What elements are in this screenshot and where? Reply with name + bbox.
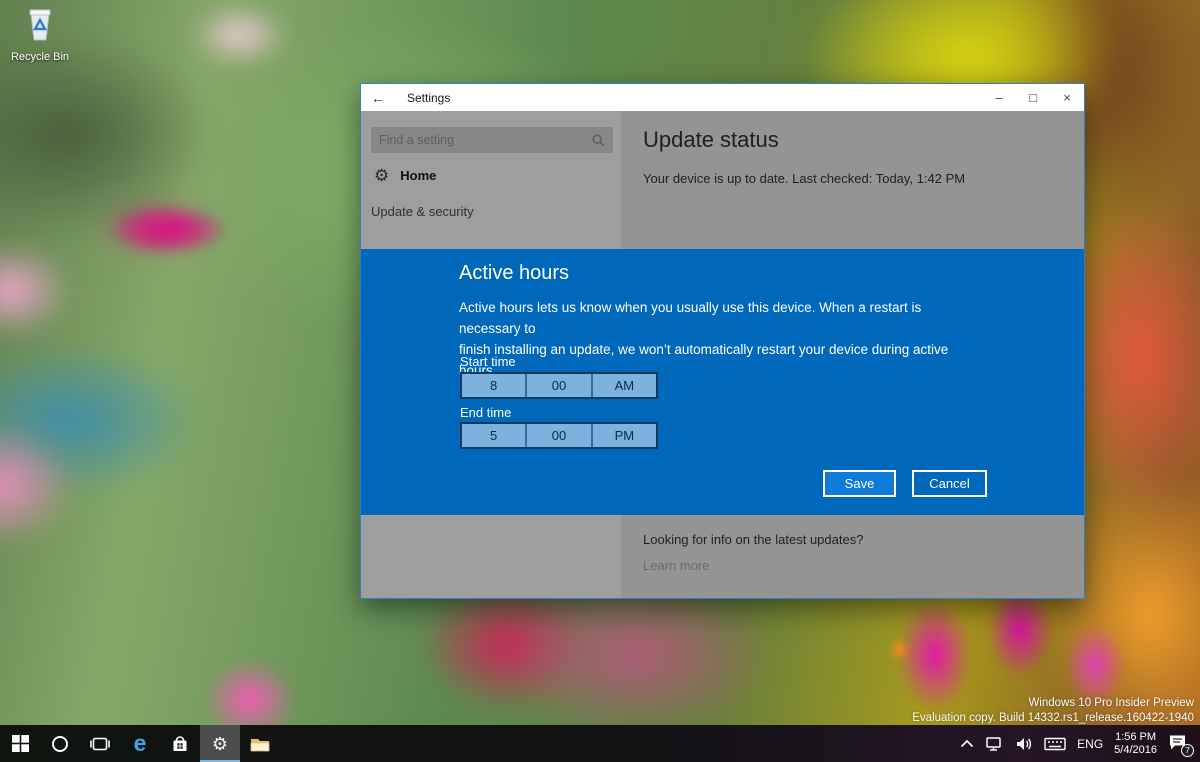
window-controls: – □ × — [982, 84, 1084, 111]
volume-icon[interactable] — [1015, 736, 1033, 752]
sidebar-section-label: Update & security — [371, 204, 474, 219]
desktop: Recycle Bin Windows 10 Pro Insider Previ… — [0, 0, 1200, 762]
end-minute-field[interactable]: 00 — [525, 424, 590, 447]
tray-chevron-up-icon[interactable] — [960, 739, 974, 748]
settings-gear-icon: ⚙ — [211, 733, 229, 754]
task-view-icon — [90, 737, 110, 750]
close-button[interactable]: × — [1050, 84, 1084, 111]
recycle-bin-icon — [23, 9, 57, 48]
dialog-description-line1: Active hours lets us know when you usual… — [459, 300, 922, 336]
back-button[interactable]: ← — [361, 90, 395, 106]
settings-window: ← Settings – □ × ⚙ Home — [360, 83, 1085, 599]
home-label: Home — [400, 167, 437, 183]
start-time-picker[interactable]: 8 00 AM — [460, 372, 658, 399]
search-box[interactable] — [371, 127, 613, 153]
file-explorer-button[interactable] — [240, 725, 280, 762]
network-icon[interactable] — [985, 736, 1004, 752]
minimize-button[interactable]: – — [982, 84, 1016, 111]
titlebar: ← Settings – □ × — [361, 84, 1084, 111]
update-status-text: Your device is up to date. Last checked:… — [643, 171, 966, 186]
end-period-field[interactable]: PM — [590, 424, 656, 447]
watermark-line1: Windows 10 Pro Insider Preview — [1028, 697, 1194, 709]
recycle-bin-label: Recycle Bin — [10, 51, 70, 63]
cancel-button[interactable]: Cancel — [912, 470, 987, 497]
search-input[interactable] — [371, 133, 592, 147]
recycle-bin[interactable]: Recycle Bin — [4, 6, 76, 63]
file-explorer-icon — [250, 738, 270, 751]
page-title: Update status — [643, 127, 779, 152]
start-minute-field[interactable]: 00 — [525, 374, 590, 397]
action-center-button[interactable]: 7 — [1168, 734, 1194, 757]
cortana-button[interactable] — [40, 725, 80, 762]
notification-badge: 7 — [1181, 743, 1194, 757]
maximize-button[interactable]: □ — [1016, 84, 1050, 111]
search-icon — [592, 133, 605, 147]
clock-time: 1:56 PM — [1115, 730, 1157, 743]
clock-date: 5/4/2016 — [1114, 743, 1157, 756]
language-indicator[interactable]: ENG — [1077, 737, 1103, 751]
store-bag-icon — [173, 735, 187, 751]
evaluation-watermark: Windows 10 Pro Insider Preview Evaluatio… — [912, 696, 1194, 726]
system-tray: ENG 1:56 PM 5/4/2016 7 — [960, 725, 1200, 762]
dialog-title: Active hours — [459, 262, 570, 284]
window-title: Settings — [407, 90, 451, 105]
start-time-label: Start time — [460, 354, 516, 369]
dialog-description: Active hours lets us know when you usual… — [459, 297, 979, 381]
windows-logo-icon — [11, 735, 29, 752]
save-button[interactable]: Save — [823, 470, 896, 497]
clock[interactable]: 1:56 PM 5/4/2016 — [1114, 731, 1157, 757]
start-hour-field[interactable]: 8 — [462, 374, 525, 397]
end-time-picker[interactable]: 5 00 PM — [460, 422, 658, 449]
store-button[interactable] — [160, 725, 200, 762]
task-view-button[interactable] — [80, 725, 120, 762]
end-hour-field[interactable]: 5 — [462, 424, 525, 447]
watermark-line2: Evaluation copy. Build 14332.rs1_release… — [912, 712, 1194, 724]
taskbar: e ⚙ ENG 1:56 PM 5/4/2016 7 — [0, 725, 1200, 762]
edge-button[interactable]: e — [120, 725, 160, 762]
learn-more-link[interactable]: Learn more — [643, 558, 709, 573]
start-button[interactable] — [0, 725, 40, 762]
updates-info-heading: Looking for info on the latest updates? — [643, 532, 864, 547]
start-period-field[interactable]: AM — [590, 374, 656, 397]
end-time-label: End time — [460, 405, 512, 420]
settings-taskbar-button[interactable]: ⚙ — [200, 725, 240, 762]
active-hours-dialog: Active hours Active hours lets us know w… — [361, 249, 1084, 515]
sidebar-item-home[interactable]: ⚙ Home — [361, 161, 621, 189]
cortana-circle-icon — [52, 735, 68, 752]
settings-content-dimmed: ⚙ Home Update & security Windows Insider… — [361, 111, 1084, 598]
gear-icon: ⚙ — [374, 165, 390, 185]
edge-icon: e — [133, 730, 147, 756]
touch-keyboard-icon[interactable] — [1044, 737, 1066, 751]
